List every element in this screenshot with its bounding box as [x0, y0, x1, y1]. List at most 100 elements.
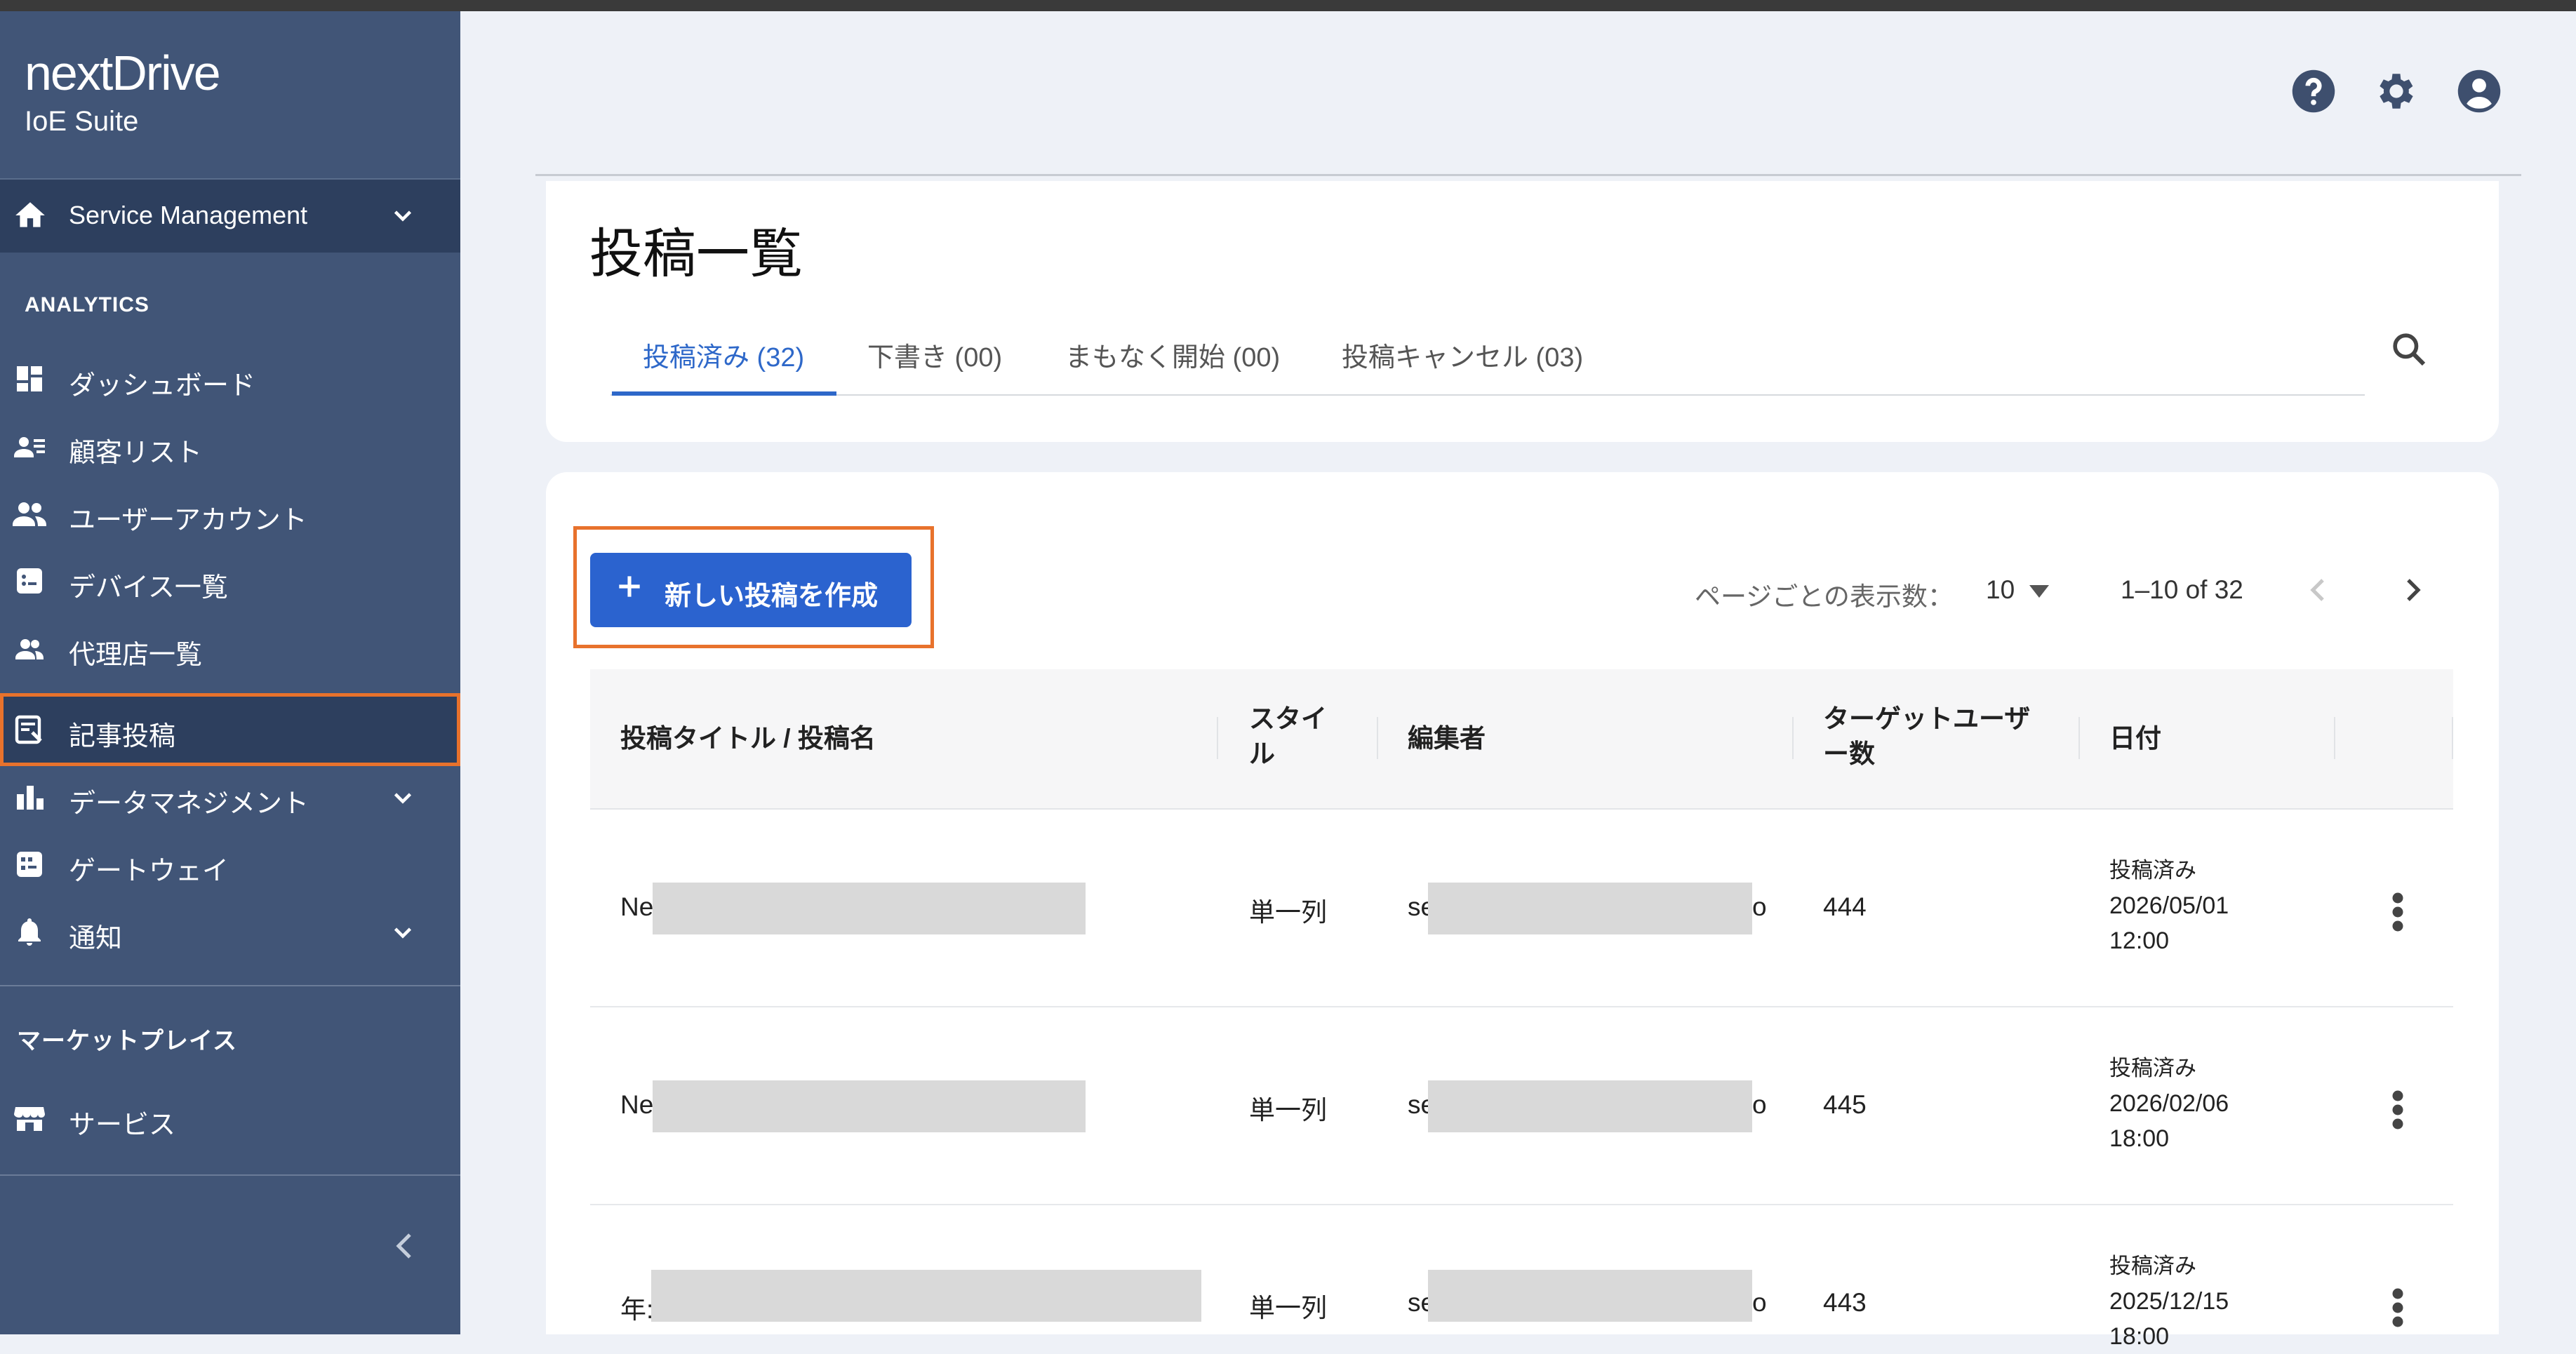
sidebar-item-devices[interactable]: デバイス一覧: [0, 547, 460, 615]
column-header-target-users[interactable]: ターゲットユーザ ー数: [1823, 702, 2030, 772]
create-post-button[interactable]: 新しい投稿を作成: [590, 553, 912, 627]
sidebar: nextDrive IoE Suite Service Management A…: [0, 11, 460, 1334]
article-icon: [15, 715, 42, 744]
sidebar-item-dashboard[interactable]: ダッシュボード: [0, 345, 460, 413]
tab-cancelled[interactable]: 投稿キャンセル (03): [1342, 335, 1583, 374]
sidebar-item-label: ゲートウェイ: [69, 857, 229, 886]
tab-drafts[interactable]: 下書き (00): [867, 335, 1002, 374]
gateway-icon: [17, 852, 42, 877]
sidebar-item-label: ユーザーアカウント: [69, 506, 307, 535]
settings-gear-icon[interactable]: [2373, 68, 2420, 114]
editor-suffix: o: [1752, 1090, 1767, 1119]
people-icon: [13, 502, 46, 526]
sidebar-item-data-management[interactable]: データマネジメント: [0, 763, 460, 831]
bell-icon: [18, 918, 41, 946]
post-title[interactable]: 年:: [620, 1288, 653, 1326]
sidebar-item-gateway[interactable]: ゲートウェイ: [0, 831, 460, 898]
search-icon[interactable]: [2389, 330, 2429, 369]
redacted-editor: [1428, 1270, 1752, 1322]
sidebar-item-label: サービス: [69, 1111, 176, 1140]
target-user-count: 444: [1823, 892, 1867, 921]
section-analytics: ANALYTICS: [25, 293, 149, 316]
post-title[interactable]: Ne: [620, 1090, 653, 1120]
window-top-strip: [0, 0, 2576, 11]
plus-icon: [619, 576, 640, 597]
column-separator: [2078, 717, 2080, 759]
table-row[interactable]: Ne 単一列 se o 444 投稿済み 2026/05/01 12:00: [590, 810, 2453, 1007]
sidebar-divider: [0, 985, 460, 986]
sidebar-item-agencies[interactable]: 代理店一覧: [0, 615, 460, 682]
post-status: 投稿済み: [2109, 1254, 2196, 1278]
help-icon[interactable]: [2290, 68, 2337, 114]
post-date: 投稿済み 2026/02/06 18:00: [2109, 1051, 2229, 1156]
pagination-range: 1–10 of 32: [2121, 575, 2243, 604]
account-circle-icon[interactable]: [2456, 68, 2502, 114]
more-vert-icon[interactable]: [2391, 1287, 2405, 1329]
chevron-down-icon: [394, 793, 412, 804]
column-header-style[interactable]: スタイ ル: [1249, 702, 1327, 772]
target-user-count: 445: [1823, 1090, 1867, 1119]
editor-suffix: o: [1752, 1288, 1767, 1317]
tab-published[interactable]: 投稿済み (32): [643, 335, 804, 374]
post-status: 投稿済み: [2109, 1056, 2196, 1080]
column-separator: [2452, 717, 2453, 759]
section-marketplace: マーケットプレイス: [17, 1028, 237, 1054]
sidebar-item-label: 記事投稿: [69, 722, 176, 751]
redacted-editor: [1428, 1080, 1752, 1132]
rows-per-page-label: ページごとの表示数：: [1695, 582, 1954, 611]
contact-list-icon: [14, 437, 45, 457]
sidebar-item-article-posts[interactable]: 記事投稿: [0, 693, 460, 766]
redacted-editor: [1428, 883, 1752, 934]
column-header-target-line2: ー数: [1823, 739, 1875, 768]
collapse-sidebar-icon[interactable]: [390, 1228, 418, 1263]
header-divider: [535, 174, 2521, 176]
device-icon: [17, 568, 42, 594]
sidebar-item-user-accounts[interactable]: ユーザーアカウント: [0, 480, 460, 547]
sidebar-item-label: 代理店一覧: [69, 641, 203, 670]
post-style: 単一列: [1249, 1096, 1327, 1125]
brand-logo[interactable]: nextDrive: [25, 45, 221, 101]
column-separator: [1792, 717, 1794, 759]
more-vert-icon[interactable]: [2391, 891, 2405, 933]
sidebar-item-services[interactable]: サービス: [0, 1085, 460, 1152]
time-value: 12:00: [2109, 927, 2170, 954]
date-value: 2026/02/06: [2109, 1090, 2229, 1117]
column-separator: [1217, 717, 1218, 759]
sidebar-item-customers[interactable]: 顧客リスト: [0, 413, 460, 480]
sidebar-item-notifications[interactable]: 通知: [0, 898, 460, 965]
column-separator: [2334, 717, 2335, 759]
title-card: [546, 181, 2499, 442]
chevron-right-icon[interactable]: [2398, 572, 2427, 608]
time-value: 18:00: [2109, 1323, 2170, 1350]
tab-upcoming[interactable]: まもなく開始 (00): [1065, 335, 1280, 374]
column-header-date[interactable]: 日付: [2109, 721, 2161, 756]
sidebar-item-label: 顧客リスト: [69, 438, 203, 468]
post-title[interactable]: Ne: [620, 892, 653, 922]
rows-per-page-select[interactable]: 10: [1986, 575, 2015, 605]
date-value: 2026/05/01: [2109, 892, 2229, 919]
column-header-target-line1: ターゲットユーザ: [1823, 704, 2031, 733]
tabs-divider: [610, 394, 2365, 396]
column-header-style-line1: スタイ: [1249, 704, 1327, 733]
storefront-icon: [14, 1107, 45, 1131]
service-management-menu[interactable]: Service Management: [0, 178, 460, 253]
chevron-left-icon[interactable]: [2304, 572, 2333, 608]
column-header-editor[interactable]: 編集者: [1408, 721, 1486, 756]
more-vert-icon[interactable]: [2391, 1089, 2405, 1131]
redacted-title: [653, 883, 1086, 934]
table-row[interactable]: 年: 単一列 se o 443 投稿済み 2025/12/15 18:00: [590, 1205, 2453, 1350]
table-row[interactable]: Ne 単一列 se o 445 投稿済み 2026/02/06 18:00: [590, 1007, 2453, 1205]
post-style: 単一列: [1249, 898, 1327, 927]
chevron-down-icon: [394, 210, 412, 222]
sidebar-item-label: デバイス一覧: [69, 573, 228, 603]
suite-name: IoE Suite: [25, 106, 139, 137]
post-status: 投稿済み: [2109, 858, 2196, 883]
chevron-down-icon: [394, 927, 412, 939]
bar-chart-icon: [17, 786, 44, 810]
post-date: 投稿済み 2026/05/01 12:00: [2109, 853, 2229, 958]
sidebar-item-label: ダッシュボード: [69, 371, 256, 401]
caret-down-icon[interactable]: [2029, 585, 2049, 599]
column-header-title[interactable]: 投稿タイトル / 投稿名: [620, 721, 876, 756]
column-header-style-line2: ル: [1249, 739, 1275, 768]
active-tab-indicator: [612, 391, 836, 396]
